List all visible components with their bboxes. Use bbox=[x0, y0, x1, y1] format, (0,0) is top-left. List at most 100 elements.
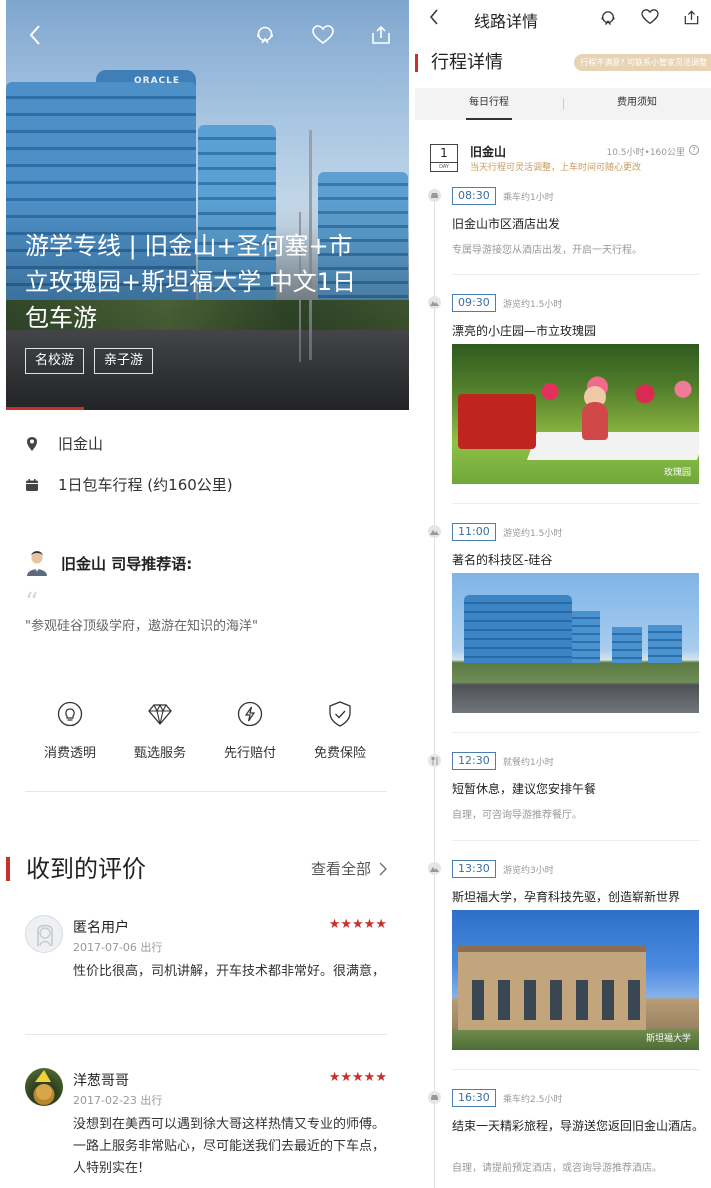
tag-item[interactable]: 亲子游 bbox=[94, 348, 154, 374]
stop-photo[interactable] bbox=[452, 573, 699, 713]
sightseeing-icon bbox=[428, 296, 441, 309]
itinerary-row: 1日包车行程 (约160公里) bbox=[25, 474, 233, 495]
chevron-right-icon bbox=[379, 862, 387, 876]
section-title: 行程详情 bbox=[431, 52, 503, 73]
divider bbox=[452, 840, 699, 841]
view-all-label: 查看全部 bbox=[310, 860, 371, 878]
stop-title: 漂亮的小庄园—市立玫瑰园 bbox=[452, 324, 597, 338]
divider bbox=[452, 732, 699, 733]
divider bbox=[452, 503, 699, 504]
stop-duration: 游览约1.5小时 bbox=[503, 529, 563, 539]
feature-free-insurance[interactable]: 免费保险 bbox=[295, 700, 385, 761]
route-title: 游学专线 | 旧金山+圣何塞+市立玫瑰园+斯坦福大学 中文1日包车游 bbox=[25, 232, 357, 332]
location-text: 旧金山 bbox=[58, 435, 104, 453]
sightseeing-icon bbox=[428, 525, 441, 538]
stop-time: 13:30 bbox=[452, 860, 496, 878]
rating-stars: ★★★★★ bbox=[328, 917, 387, 932]
back-icon[interactable] bbox=[20, 20, 50, 50]
itinerary-stop: 09:30 游览约1.5小时 漂亮的小庄园—市立玫瑰园 玫瑰园 bbox=[415, 294, 711, 494]
detail-nav-bar: 线路详情 bbox=[415, 0, 711, 38]
page-title: 线路详情 bbox=[474, 12, 539, 31]
service-features: 消费透明 甄选服务 先行赔付 免费保险 bbox=[25, 700, 385, 761]
driver-avatar[interactable] bbox=[25, 550, 49, 576]
tab-daily-itinerary[interactable]: 每日行程 bbox=[466, 88, 512, 120]
day-city: 旧金山 bbox=[470, 145, 507, 159]
hero-nav-bar bbox=[6, 20, 409, 50]
divider bbox=[25, 791, 387, 792]
customer-service-icon[interactable] bbox=[599, 9, 617, 31]
stop-description: 专属导游接您从酒店出发，开启一天行程。 bbox=[452, 245, 642, 256]
dining-icon bbox=[428, 754, 441, 767]
photo-caption: 斯坦福大学 bbox=[645, 1034, 691, 1044]
tag-item[interactable]: 名校游 bbox=[25, 348, 85, 374]
favorite-heart-icon[interactable] bbox=[308, 20, 338, 50]
itinerary-text: 1日包车行程 (约160公里) bbox=[58, 476, 233, 494]
location-pin-icon bbox=[25, 436, 39, 452]
gallery-progress-indicator bbox=[6, 407, 84, 410]
review-text: 性价比很高，司机讲解，开车技术都非常好。很满意， bbox=[73, 964, 386, 979]
review-item: 洋葱哥哥 2017-02-23 出行 ★★★★★ 没想到在美西可以遇到徐大哥这样… bbox=[25, 1068, 387, 1183]
rating-stars: ★★★★★ bbox=[328, 1070, 387, 1085]
stop-photo[interactable]: 玫瑰园 bbox=[452, 344, 699, 484]
lightning-icon bbox=[236, 700, 264, 728]
car-icon bbox=[428, 189, 441, 202]
section-accent-bar bbox=[415, 54, 418, 72]
day-duration-distance: 10.5小时•160公里 bbox=[606, 148, 685, 158]
customer-service-icon[interactable] bbox=[250, 20, 280, 50]
stop-title: 短暂休息，建议您安排午餐 bbox=[452, 782, 597, 796]
review-date: 2017-07-06 出行 bbox=[73, 941, 163, 954]
stop-title: 著名的科技区-硅谷 bbox=[452, 553, 553, 567]
reviews-title: 收到的评价 bbox=[26, 855, 146, 883]
stop-description: 自理，请提前预定酒店，或咨询导游推荐酒店。 bbox=[452, 1163, 662, 1174]
driver-recommendation-heading: 旧金山 司导推荐语: bbox=[25, 550, 192, 576]
route-tags: 名校游 亲子游 bbox=[25, 348, 154, 374]
location-row: 旧金山 bbox=[25, 433, 103, 454]
itinerary-stop: 11:00 游览约1.5小时 著名的科技区-硅谷 bbox=[415, 523, 711, 723]
stop-time: 12:30 bbox=[452, 752, 496, 770]
stop-duration: 游览约3小时 bbox=[503, 866, 554, 876]
divider bbox=[25, 1034, 387, 1035]
car-icon bbox=[428, 1091, 441, 1104]
divider bbox=[452, 1069, 699, 1070]
route-overview-panel: ORACLE 游学专线 | 旧金山+圣何塞+市立玫瑰园+斯坦福大学 中文1日包车… bbox=[0, 0, 410, 1188]
view-all-reviews-link[interactable]: 查看全部 bbox=[311, 858, 387, 879]
back-icon[interactable] bbox=[429, 8, 439, 30]
reviewer-avatar bbox=[25, 915, 63, 953]
reviewer-avatar bbox=[25, 1068, 63, 1106]
itinerary-stop: 13:30 游览约3小时 斯坦福大学，孕育科技先驱，创造崭新世界 斯坦福大学 bbox=[415, 860, 711, 1060]
share-icon[interactable] bbox=[683, 9, 700, 30]
stop-duration: 乘车约1小时 bbox=[503, 193, 554, 203]
tab-fee-notes[interactable]: 费用须知 bbox=[563, 88, 711, 120]
stop-title: 斯坦福大学，孕育科技先驱，创造崭新世界 bbox=[452, 890, 681, 904]
section-accent-bar bbox=[6, 857, 10, 881]
recommendation-title: 旧金山 司导推荐语: bbox=[61, 554, 193, 573]
feature-transparent-pricing[interactable]: 消费透明 bbox=[25, 700, 115, 761]
day-note: 当天行程可灵活调整，上车时间可随心更改 bbox=[470, 163, 642, 173]
share-icon[interactable] bbox=[366, 20, 396, 50]
route-detail-panel: 线路详情 行程详情 行程不满意? 可联系小管家灵活调整 每日行程 费用须知 1 … bbox=[415, 0, 711, 1188]
feature-selected-service[interactable]: 甄选服务 bbox=[115, 700, 205, 761]
feature-label: 甄选服务 bbox=[133, 746, 186, 761]
stop-title: 结束一天精彩旅程，导游送您返回旧金山酒店。 bbox=[452, 1119, 705, 1133]
adjust-itinerary-hint[interactable]: 行程不满意? 可联系小管家灵活调整 bbox=[574, 54, 711, 71]
feature-advance-compensation[interactable]: 先行赔付 bbox=[205, 700, 295, 761]
feature-label: 先行赔付 bbox=[223, 746, 276, 761]
building-sign: ORACLE bbox=[134, 76, 181, 86]
favorite-heart-icon[interactable] bbox=[641, 9, 659, 29]
day-label: DAY bbox=[431, 162, 457, 171]
stop-photo[interactable]: 斯坦福大学 bbox=[452, 910, 699, 1050]
itinerary-stop: 08:30 乘车约1小时 旧金山市区酒店出发 专属导游接您从酒店出发，开启一天行… bbox=[415, 187, 711, 267]
itinerary-stop: 12:30 就餐约1小时 短暂休息，建议您安排午餐 自理，可咨询导游推荐餐厅。 bbox=[415, 752, 711, 832]
stop-time: 11:00 bbox=[452, 523, 496, 541]
recommendation-text: "参观硅谷顶级学府，遨游在知识的海洋" bbox=[25, 619, 258, 634]
calendar-icon bbox=[25, 477, 39, 493]
stop-duration: 乘车约2.5小时 bbox=[503, 1095, 563, 1105]
day-number: 1 bbox=[440, 146, 448, 160]
stop-duration: 就餐约1小时 bbox=[503, 758, 554, 768]
reviews-header: 收到的评价 查看全部 bbox=[6, 852, 387, 886]
help-icon[interactable]: ? bbox=[689, 145, 699, 155]
itinerary-stop: 16:30 乘车约2.5小时 结束一天精彩旅程，导游送您返回旧金山酒店。 自理，… bbox=[415, 1089, 711, 1188]
stop-title: 旧金山市区酒店出发 bbox=[452, 217, 561, 231]
itinerary-section-header: 行程详情 行程不满意? 可联系小管家灵活调整 bbox=[415, 50, 711, 78]
diamond-icon bbox=[146, 700, 174, 728]
